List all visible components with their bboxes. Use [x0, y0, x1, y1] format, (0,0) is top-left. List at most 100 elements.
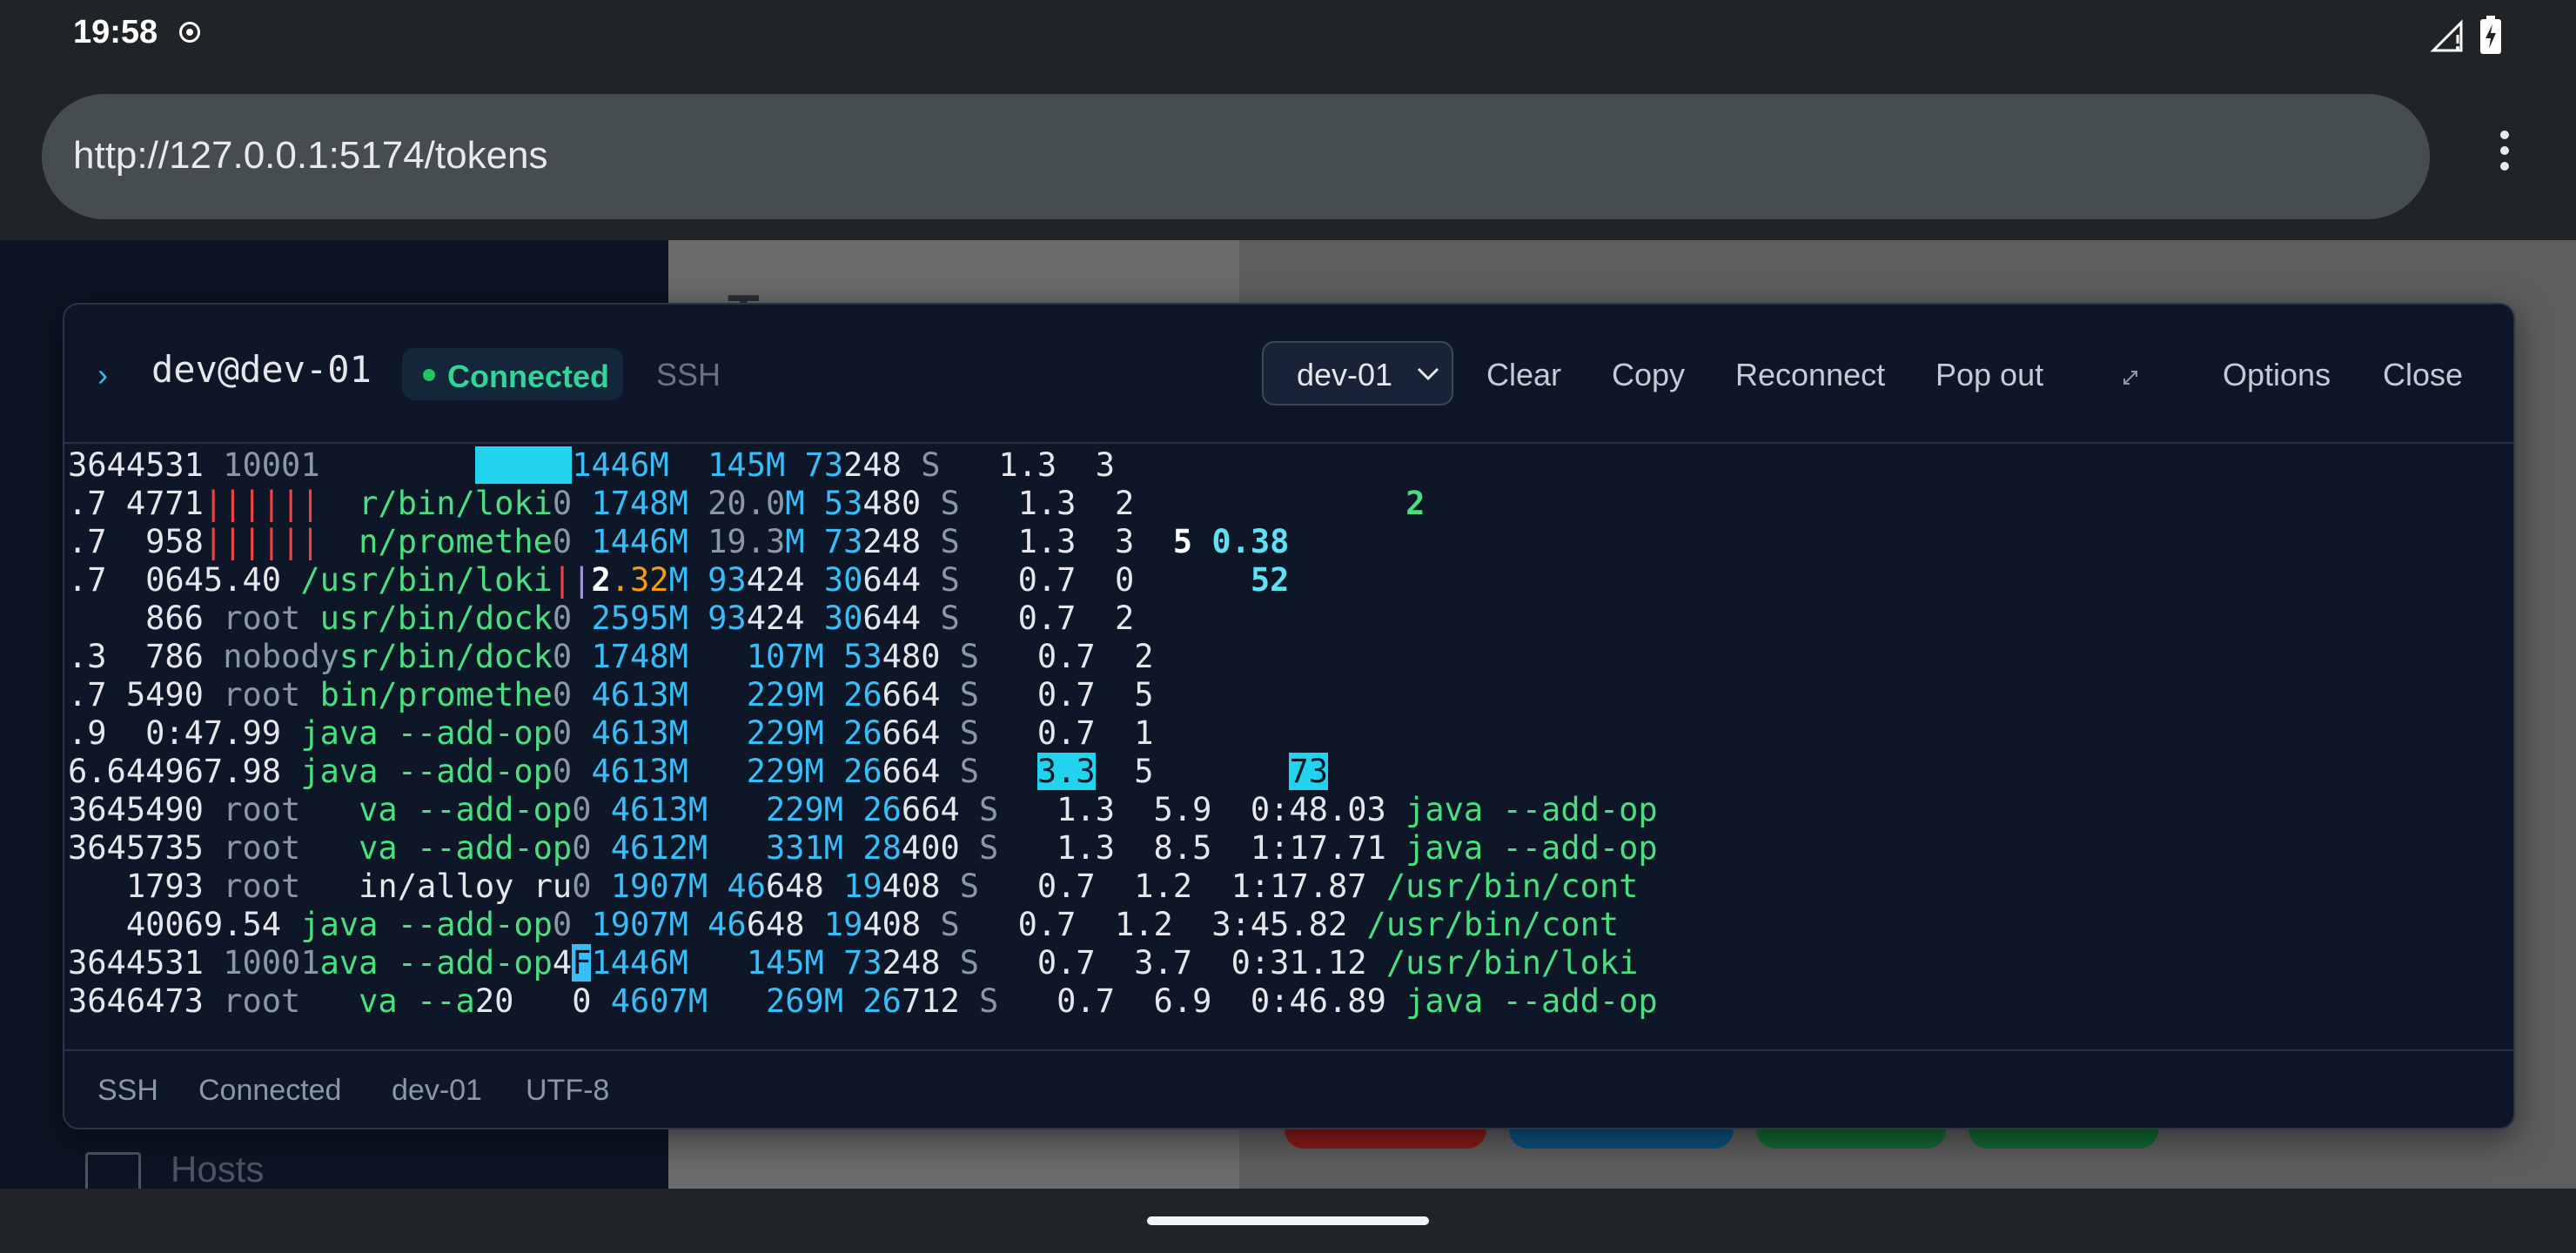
- terminal-text: .7 5490: [68, 676, 224, 714]
- terminal-text: S: [979, 791, 999, 828]
- hosts-icon: [85, 1152, 141, 1189]
- terminal-text: /usr/bin/loki: [1385, 944, 1639, 982]
- terminal-line: 6.644967.98 java --add-op0 4613M 229M 26…: [68, 752, 1328, 791]
- terminal-text: 5: [1095, 753, 1290, 790]
- terminal-text: n/promethe: [319, 523, 553, 560]
- terminal-text: S: [979, 829, 999, 867]
- host-select[interactable]: dev-01: [1262, 341, 1453, 405]
- terminal-text: java --add-op: [300, 906, 553, 943]
- terminal-text: usr/bin/dock: [319, 600, 553, 637]
- terminal-text: root: [223, 676, 320, 714]
- terminal-text: |: [552, 561, 573, 599]
- footer-host: dev-01: [392, 1074, 482, 1107]
- url-bar[interactable]: http://127.0.0.1:5174/tokens: [42, 94, 2430, 219]
- terminal-text: 2: [591, 561, 611, 599]
- terminal-text: 248: [843, 446, 922, 484]
- terminal-text: 0: [513, 982, 611, 1020]
- minimize-icon[interactable]: [2122, 369, 2139, 386]
- terminal-text: 1.3 3: [959, 523, 1173, 560]
- terminal-text: S: [979, 982, 999, 1020]
- status-label: Connected: [447, 358, 610, 394]
- terminal-text: 1446M: [572, 446, 669, 484]
- terminal-text: 1748M: [591, 485, 708, 522]
- terminal-text: .32: [610, 561, 669, 599]
- terminal-text: 0.7 5: [979, 676, 1154, 714]
- terminal-text: 4613M: [591, 676, 728, 714]
- terminal-text: 40069.54: [68, 906, 301, 943]
- url-text[interactable]: http://127.0.0.1:5174/tokens: [73, 134, 548, 178]
- terminal-text: 229M: [746, 791, 863, 828]
- terminal-text: 30: [823, 561, 863, 599]
- terminal-line: .7 4771|||||| r/bin/loki0 1748M 20.0M 53…: [68, 484, 1425, 523]
- terminal-text: 1446M: [591, 523, 708, 560]
- terminal-text: 20: [474, 982, 514, 1020]
- browser-menu-button[interactable]: [2487, 131, 2522, 183]
- terminal-text: M: [785, 523, 824, 560]
- terminal-line: 40069.54 java --add-op0 1907M 46648 1940…: [68, 905, 1619, 944]
- terminal-text: 1446M: [591, 944, 728, 982]
- terminal-text: 400: [901, 829, 980, 867]
- terminal-text: 480: [882, 638, 960, 675]
- terminal-modal: › dev@dev-01 Connected SSH dev-01 Clear …: [63, 303, 2515, 1129]
- terminal-text: S: [959, 944, 980, 982]
- terminal-text: S: [940, 906, 960, 943]
- terminal-text: 1.3 2: [959, 485, 1406, 522]
- terminal-text: 73: [823, 523, 863, 560]
- terminal-line: .7 5490 root bin/promethe0 4613M 229M 26…: [68, 675, 1154, 714]
- terminal-text: 480: [862, 485, 941, 522]
- terminal-line: 3645490 root va --add-op0 4613M 229M 266…: [68, 790, 1658, 829]
- pop-out-button[interactable]: Pop out: [1935, 357, 2043, 393]
- terminal-text: 3644531: [68, 944, 224, 982]
- terminal-text: 93: [708, 600, 747, 637]
- reconnect-button[interactable]: Reconnect: [1735, 357, 1885, 393]
- terminal-text: 269M: [746, 982, 863, 1020]
- terminal-text: 2: [1405, 485, 1426, 522]
- terminal-text: 0: [572, 829, 611, 867]
- terminal-text: 1748M: [591, 638, 728, 675]
- terminal-text: 0.7 1.2 1:17.87: [979, 868, 1386, 905]
- terminal-text: 664: [882, 753, 960, 790]
- home-indicator[interactable]: [1147, 1216, 1429, 1225]
- terminal-text: 1.3 8.5 1:17.71: [998, 829, 1406, 867]
- terminal-text: root: [223, 791, 320, 828]
- terminal-text: 73: [1289, 753, 1328, 790]
- terminal-text: java --add-op: [1405, 791, 1658, 828]
- footer-encoding: UTF-8: [526, 1074, 610, 1107]
- clear-button[interactable]: Clear: [1486, 357, 1561, 393]
- terminal-line: 1793 root in/alloy ru0 1907M 46648 19408…: [68, 867, 1639, 906]
- terminal-text: 19: [843, 868, 882, 905]
- terminal-text: 229M: [727, 714, 844, 752]
- terminal-text: 0: [552, 906, 592, 943]
- terminal-text: 2595M: [591, 600, 708, 637]
- sidebar-item-hosts[interactable]: Hosts: [171, 1149, 264, 1189]
- terminal-line: 3645735 root va --add-op0 4612M 331M 284…: [68, 828, 1658, 868]
- footer-protocol: SSH: [97, 1074, 158, 1107]
- terminal-text: java --add-op: [300, 714, 553, 752]
- terminal-text: /usr/bin/cont: [1366, 906, 1620, 943]
- options-button[interactable]: Options: [2223, 357, 2331, 393]
- terminal-line: .3 786 nobodysr/bin/dock0 1748M 107M 534…: [68, 637, 1154, 676]
- terminal-text: 19.3: [708, 523, 786, 560]
- terminal-line: 3644531 10001ava --add-op4F1446M 145M 73…: [68, 943, 1638, 982]
- terminal-text: 0: [552, 638, 592, 675]
- terminal-text: 644: [862, 561, 941, 599]
- terminal-text: 10001: [223, 446, 379, 484]
- terminal-text: S: [959, 753, 980, 790]
- terminal-text: root: [223, 982, 320, 1020]
- terminal-text: .3 786: [68, 638, 224, 675]
- chevron-right-icon: ›: [97, 357, 108, 392]
- terminal-text: /usr/bin/cont: [1385, 868, 1639, 905]
- terminal-output[interactable]: 3644531 10001 1446M 145M 73248 S 1.3 3.7…: [64, 446, 2513, 1055]
- close-button[interactable]: Close: [2383, 357, 2463, 393]
- copy-button[interactable]: Copy: [1612, 357, 1685, 393]
- terminal-text: 229M: [727, 676, 844, 714]
- status-bar: 19:58: [0, 0, 2576, 73]
- terminal-text: 0: [552, 714, 592, 752]
- terminal-text: in/alloy ru: [319, 868, 573, 905]
- terminal-text: root: [223, 600, 320, 637]
- terminal-text: 248: [882, 944, 960, 982]
- terminal-text: ava --add-op: [319, 944, 553, 982]
- terminal-text: 424: [746, 561, 824, 599]
